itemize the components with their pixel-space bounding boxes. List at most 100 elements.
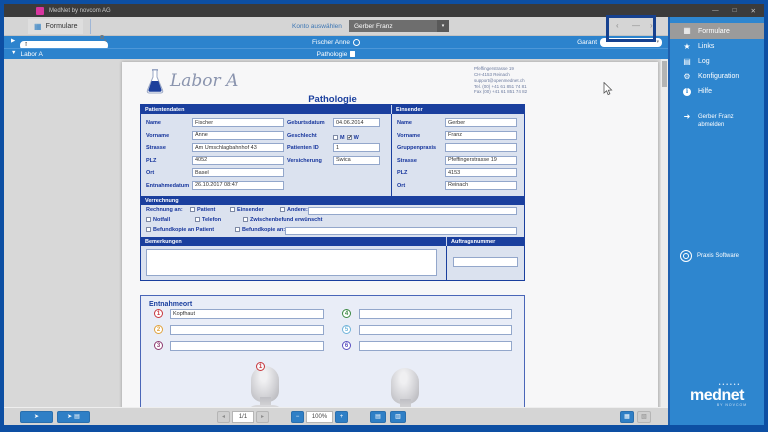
chevron-down-icon[interactable]: ▾ [437,20,449,32]
bemerkungen-field[interactable] [146,249,437,276]
konto-auswaehlen-label: Konto auswählen [292,23,342,30]
head-front-figure[interactable] [245,366,285,407]
konto-dropdown-value: Gerber Franz [354,23,393,30]
geschlecht-m-checkbox[interactable] [333,135,338,140]
sidebar-item-konfiguration[interactable]: ⚙ Konfiguration [670,69,764,84]
form-page: Labor A Pfeffingerstrasse 19 CH-4153 Rei… [122,62,658,407]
scrollbar-thumb[interactable] [662,61,667,87]
field-label: Name [146,118,192,131]
sidebar-item-label: Log [698,58,710,65]
form-group-bar: ▼ Labor A Pathologie [4,48,668,59]
telefon-checkbox[interactable] [195,217,200,222]
patient-vorname-field[interactable] [192,131,284,140]
patient-info-icon[interactable] [353,39,360,46]
mouse-cursor [603,82,613,96]
zoom-in-button[interactable]: + [335,411,348,423]
patient-section: Name Vorname Strasse PLZ Ort [141,114,392,196]
mednet-logo: •••••• mednet BY NOVCOM [670,383,764,408]
entnahmedatum-field[interactable] [192,181,284,190]
document-view-button[interactable]: ▤ [370,411,386,423]
gruppenpraxis-field[interactable] [445,143,517,152]
zwischenbefund-checkbox[interactable] [243,217,248,222]
minimize-icon[interactable]: — [712,7,719,15]
geschlecht-w-label: W [354,135,359,141]
praxis-software-item[interactable]: Praxis Software [680,250,739,262]
einsender-plz-field[interactable] [445,168,517,177]
verrechnung-header: Verrechnung [141,196,524,205]
head-site-marker[interactable]: 1 [256,362,265,371]
field-label: Vorname [146,131,192,144]
document-icon: ▤ [375,414,381,420]
sidebar-item-hilfe[interactable]: i Hilfe [670,84,764,99]
patient-checkbox[interactable] [190,207,195,212]
versicherung-field[interactable] [333,156,380,165]
active-form-name: Pathologie [317,51,348,58]
expand-right-icon[interactable]: ▶ [11,39,15,45]
tab-formulare-label: Formulare [46,23,78,30]
sidebar-item-links[interactable]: ★ Links [670,39,764,54]
field-label: PLZ [397,168,445,181]
patient-plz-field[interactable] [192,156,284,165]
current-patient-name: Fischer Anne [312,39,350,46]
patient-ort-field[interactable] [192,168,284,177]
einsender-vorname-field[interactable] [445,131,517,140]
field-label: Gruppenpraxis [397,143,445,156]
site-2-field[interactable] [170,325,324,335]
printer-icon: ▤ [74,414,80,420]
patient-strasse-field[interactable] [192,143,284,152]
sidebar-item-label: Hilfe [698,88,712,95]
next-page-button[interactable]: ▸ [256,411,269,423]
einsender-checkbox[interactable] [230,207,235,212]
collapse-group-icon[interactable]: ▼ [11,51,16,57]
gear-icon: ⚙ [682,73,692,81]
befundkopie-patient-checkbox[interactable] [146,227,151,232]
geschlecht-w-checkbox[interactable] [347,135,352,140]
patient-name-field[interactable] [192,118,284,127]
site-3-field[interactable] [170,341,324,351]
site-5-field[interactable] [359,325,512,335]
report-icon: ▦ [624,414,630,420]
einsender-name-field[interactable] [445,118,517,127]
send-button[interactable]: ➤ [20,411,53,423]
site-4-field[interactable] [359,309,512,319]
einsender-strasse-field[interactable] [445,156,517,165]
report-button[interactable]: ▦ [620,411,634,423]
lab-flask-icon [144,68,166,95]
site-1-field[interactable] [170,309,324,319]
befundkopie-an-field[interactable] [285,227,517,235]
form-viewer: Labor A Pfeffingerstrasse 19 CH-4153 Rei… [4,59,668,407]
site-6-field[interactable] [359,341,512,351]
telefon-checkbox-label: Telefon [202,217,221,223]
head-back-figure[interactable] [385,368,425,407]
secondary-report-button[interactable]: ▧ [637,411,651,423]
auftragsnummer-field[interactable] [453,257,518,267]
toolbar-separator [90,19,91,34]
andere-field[interactable] [308,207,517,215]
export-button[interactable]: ▥ [390,411,406,423]
field-label: Strasse [146,143,192,156]
logout-button[interactable]: ➜ Gerber Franz abmelden [682,113,734,130]
befundkopie-an-checkbox[interactable] [235,227,240,232]
patient-checkbox-label: Patient [197,207,215,213]
notfall-checkbox[interactable] [146,217,151,222]
maximize-icon[interactable]: □ [733,7,737,15]
field-label: Ort [397,181,445,194]
logout-action-label: abmelden [698,121,734,129]
zoom-out-button[interactable]: − [291,411,304,423]
andere-checkbox[interactable] [280,207,285,212]
zoom-level: 100% [306,411,333,423]
form-group-label[interactable]: Labor A [20,51,42,58]
export-icon: ▥ [395,414,401,420]
einsender-ort-field[interactable] [445,181,517,190]
geburtsdatum-field[interactable] [333,118,380,127]
sidebar-item-log[interactable]: ▤ Log [670,54,764,69]
close-icon[interactable]: ✕ [751,7,756,15]
previous-page-button[interactable]: ◂ [217,411,230,423]
konto-dropdown[interactable]: Gerber Franz ▾ [349,20,449,32]
send-and-print-button[interactable]: ➤ ▤ [57,411,90,423]
vertical-scrollbar[interactable] [660,59,668,407]
sidebar-item-formulare[interactable]: ▦ Formulare [670,23,764,39]
patienten-id-field[interactable] [333,143,380,152]
tab-formulare[interactable]: ▦ Formulare [28,19,83,34]
chevron-down-icon: ▾ [656,38,659,47]
